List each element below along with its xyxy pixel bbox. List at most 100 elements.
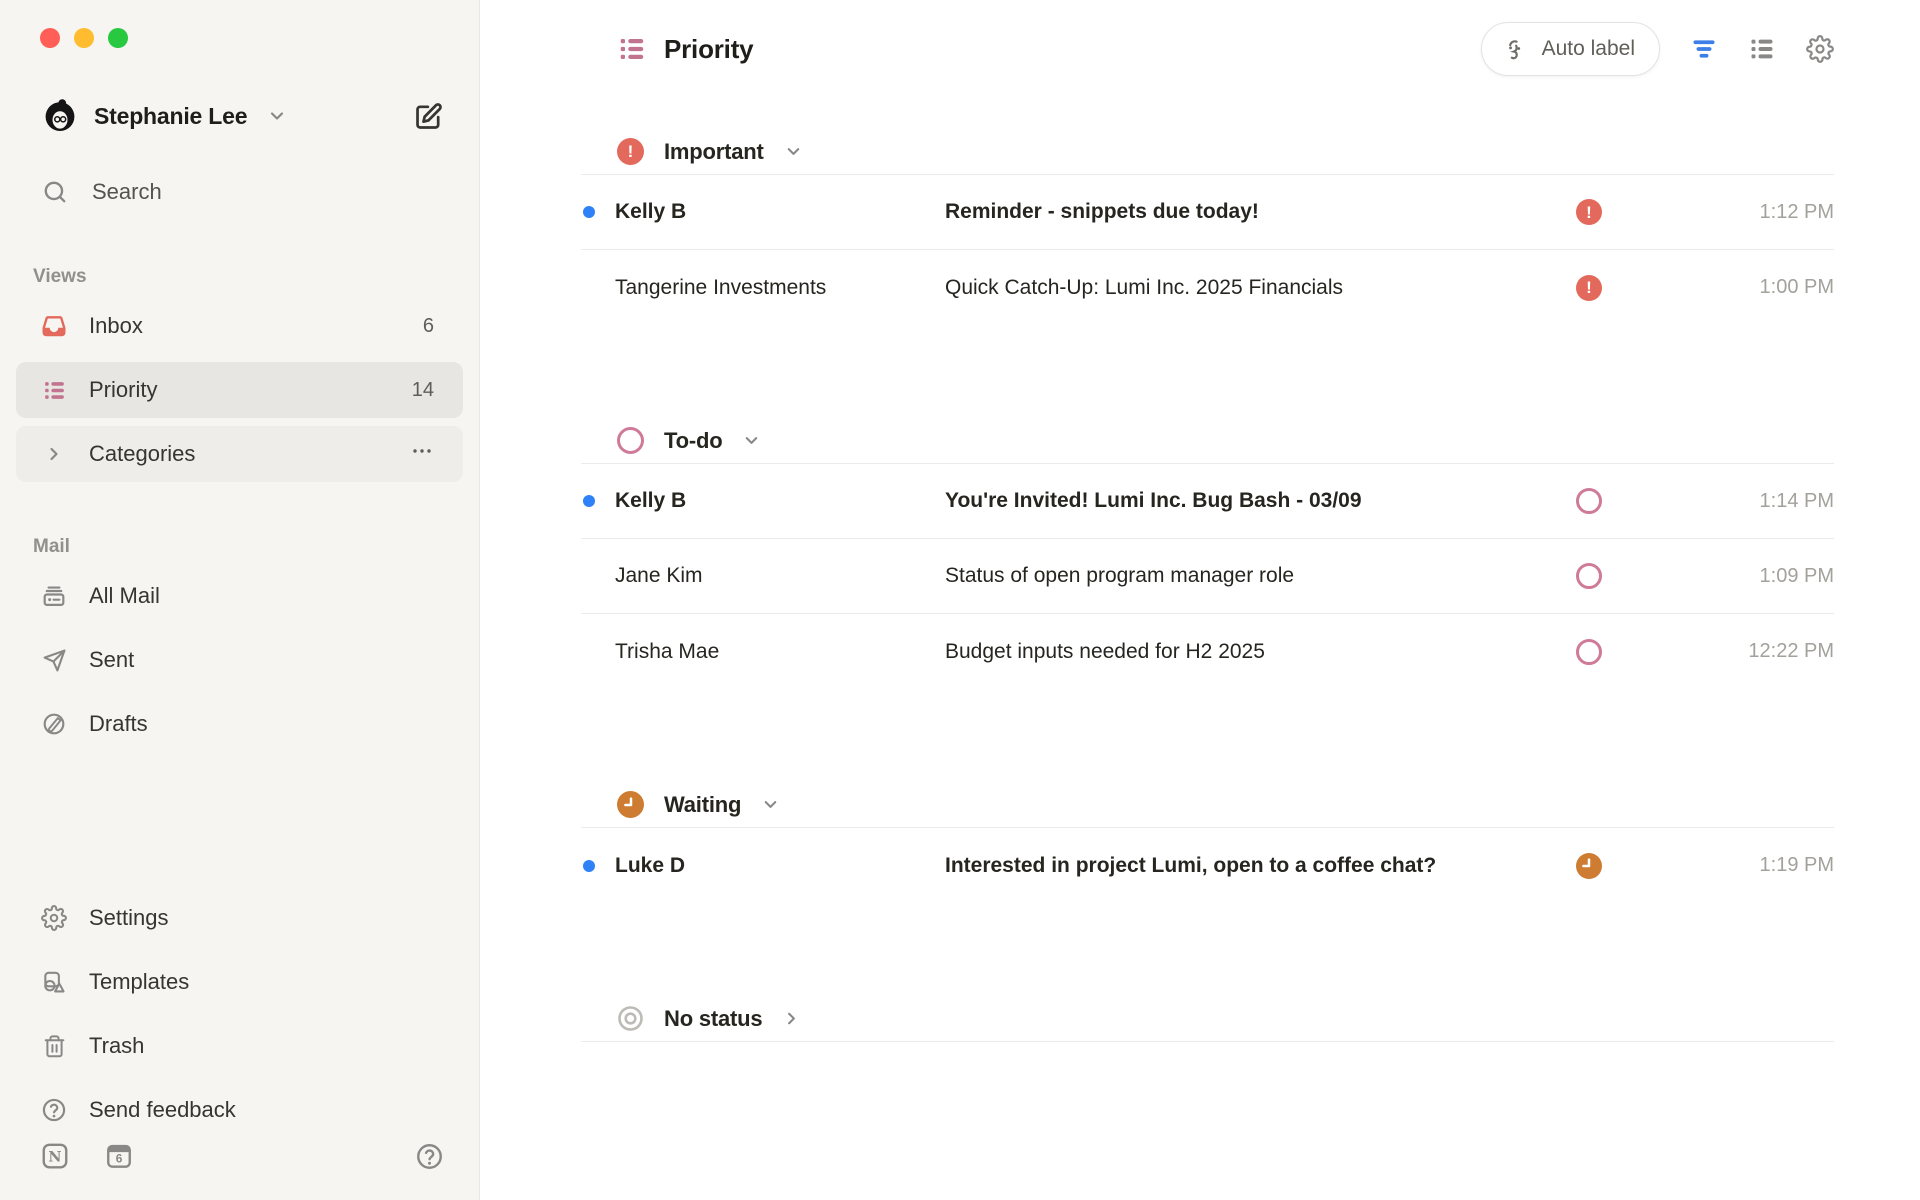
email-row[interactable]: Kelly B Reminder - snippets due today! 1… xyxy=(581,175,1834,250)
todo-badge-icon[interactable] xyxy=(1576,488,1602,514)
calendar-button[interactable]: 6 xyxy=(104,1141,134,1171)
sidebar-item-label: Sent xyxy=(89,647,434,673)
auto-label-button[interactable]: Auto label xyxy=(1481,22,1660,76)
group-header-important[interactable]: Important xyxy=(581,129,1834,175)
sidebar-bottom-bar: N 6 xyxy=(40,1138,444,1174)
email-row[interactable]: Trisha Mae Budget inputs needed for H2 2… xyxy=(581,614,1834,689)
todo-badge-icon[interactable] xyxy=(1576,563,1602,589)
timestamp: 1:19 PM xyxy=(1604,854,1834,877)
sidebar-item-label: All Mail xyxy=(89,583,434,609)
search-input[interactable]: Search xyxy=(42,168,447,216)
close-button[interactable] xyxy=(40,28,60,48)
avatar xyxy=(42,98,78,134)
sidebar-item-sent[interactable]: Sent xyxy=(16,632,463,688)
sidebar-item-label: Drafts xyxy=(89,711,434,737)
unread-count-badge: 14 xyxy=(412,379,434,402)
email-row[interactable]: Kelly B You're Invited! Lumi Inc. Bug Ba… xyxy=(581,464,1834,539)
email-row[interactable]: Jane Kim Status of open program manager … xyxy=(581,539,1834,614)
notion-logo-button[interactable]: N xyxy=(40,1141,70,1171)
group-name: No status xyxy=(664,1006,762,1032)
views-nav: Inbox 6 Priority 14 Categories xyxy=(16,298,463,482)
timestamp: 1:00 PM xyxy=(1604,276,1834,299)
subject: You're Invited! Lumi Inc. Bug Bash - 03/… xyxy=(945,489,1574,513)
zoom-button[interactable] xyxy=(108,28,128,48)
face-icon xyxy=(1502,36,1529,63)
sender: Jane Kim xyxy=(615,564,945,588)
send-icon xyxy=(41,648,67,673)
group-header-todo[interactable]: To-do xyxy=(581,418,1834,464)
important-badge-icon[interactable] xyxy=(1576,199,1602,225)
filter-button[interactable] xyxy=(1690,35,1718,63)
group-todo: To-do Kelly B You're Invited! Lumi Inc. … xyxy=(581,418,1834,689)
mail-nav: All Mail Sent Drafts xyxy=(16,568,463,752)
sidebar-item-inbox[interactable]: Inbox 6 xyxy=(16,298,463,354)
list-icon xyxy=(1748,35,1776,63)
list-view-button[interactable] xyxy=(1748,35,1776,63)
help-button[interactable] xyxy=(415,1142,444,1171)
sidebar-item-settings[interactable]: Settings xyxy=(16,890,463,946)
sender: Trisha Mae xyxy=(615,640,945,664)
filter-icon xyxy=(1690,35,1718,63)
timestamp: 1:14 PM xyxy=(1604,490,1834,513)
important-icon xyxy=(617,138,644,165)
sidebar-item-label: Settings xyxy=(89,905,434,931)
window-controls xyxy=(40,28,463,48)
sender: Kelly B xyxy=(615,200,945,224)
group-header-no-status[interactable]: No status xyxy=(581,996,1834,1042)
help-icon xyxy=(41,1097,67,1123)
minimize-button[interactable] xyxy=(74,28,94,48)
priority-icon xyxy=(41,378,67,403)
group-important: Important Kelly B Reminder - snippets du… xyxy=(581,129,1834,325)
subject: Budget inputs needed for H2 2025 xyxy=(945,640,1574,664)
main-header: Priority Auto label xyxy=(581,21,1834,77)
sidebar-item-categories[interactable]: Categories xyxy=(16,426,463,482)
sidebar-item-label: Trash xyxy=(89,1033,434,1059)
sidebar-item-priority[interactable]: Priority 14 xyxy=(16,362,463,418)
sidebar-item-drafts[interactable]: Drafts xyxy=(16,696,463,752)
waiting-badge-icon[interactable] xyxy=(1576,853,1602,879)
todo-icon xyxy=(617,427,644,454)
sidebar-item-label: Templates xyxy=(89,969,434,995)
search-icon xyxy=(42,179,68,205)
timestamp: 1:09 PM xyxy=(1604,565,1834,588)
email-row[interactable]: Tangerine Investments Quick Catch-Up: Lu… xyxy=(581,250,1834,325)
sidebar-item-trash[interactable]: Trash xyxy=(16,1018,463,1074)
gear-icon xyxy=(1806,35,1834,63)
more-options-icon[interactable] xyxy=(410,439,434,469)
chevron-down-icon xyxy=(784,142,803,161)
svg-text:N: N xyxy=(48,1149,61,1165)
account-name: Stephanie Lee xyxy=(94,103,247,130)
no-status-icon xyxy=(617,1005,644,1032)
account-switcher[interactable]: Stephanie Lee xyxy=(42,98,413,134)
sidebar: Stephanie Lee Search Views Inbox 6 Prior… xyxy=(0,0,480,1200)
timestamp: 12:22 PM xyxy=(1604,640,1834,663)
sidebar-item-label: Priority xyxy=(89,377,412,403)
sidebar-item-label: Inbox xyxy=(89,313,423,339)
sender: Tangerine Investments xyxy=(615,276,945,300)
chevron-down-icon xyxy=(742,431,761,450)
shapes-icon xyxy=(41,969,67,995)
important-badge-icon[interactable] xyxy=(1576,275,1602,301)
compose-button[interactable] xyxy=(413,101,444,132)
sidebar-section-label-views: Views xyxy=(33,266,463,288)
sidebar-item-templates[interactable]: Templates xyxy=(16,954,463,1010)
app-window: Stephanie Lee Search Views Inbox 6 Prior… xyxy=(0,0,1920,1200)
sender: Kelly B xyxy=(615,489,945,513)
group-name: Waiting xyxy=(664,792,741,818)
group-header-waiting[interactable]: Waiting xyxy=(581,782,1834,828)
inbox-icon xyxy=(41,313,67,339)
sidebar-item-send-feedback[interactable]: Send feedback xyxy=(16,1082,463,1138)
group-name: To-do xyxy=(664,428,722,454)
search-label: Search xyxy=(92,179,162,205)
unread-dot xyxy=(583,206,595,218)
view-settings-button[interactable] xyxy=(1806,35,1834,63)
svg-text:6: 6 xyxy=(116,1152,123,1166)
chevron-right-icon xyxy=(782,1009,801,1028)
gear-icon xyxy=(41,905,67,931)
email-row[interactable]: Luke D Interested in project Lumi, open … xyxy=(581,828,1834,903)
chevron-down-icon xyxy=(761,795,780,814)
waiting-icon xyxy=(617,791,644,818)
sidebar-item-all-mail[interactable]: All Mail xyxy=(16,568,463,624)
todo-badge-icon[interactable] xyxy=(1576,639,1602,665)
page-title: Priority xyxy=(664,34,753,65)
